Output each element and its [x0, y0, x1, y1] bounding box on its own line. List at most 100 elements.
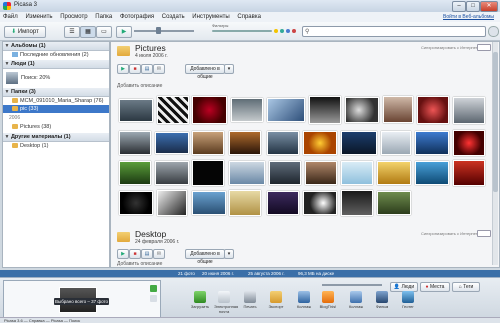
search-options-icon[interactable]: [488, 26, 499, 37]
photo-thumbnail[interactable]: [417, 96, 449, 124]
selection-tray[interactable]: Выбрано всего – 37 фото: [3, 280, 161, 318]
photo-thumbnail[interactable]: [341, 131, 377, 155]
photo-thumbnail[interactable]: [267, 131, 299, 155]
collage-button[interactable]: ▤: [141, 64, 153, 74]
menu-create[interactable]: Создать: [159, 12, 188, 22]
view-thumbs-button[interactable]: ▦: [80, 26, 96, 38]
add-description[interactable]: Добавить описание: [117, 261, 162, 267]
email-button[interactable]: Электронная почта: [214, 291, 238, 314]
photo-thumbnail[interactable]: [341, 161, 373, 185]
photo-thumbnail[interactable]: [415, 161, 449, 185]
sidebar-item-person-search[interactable]: Поиск: 20%: [3, 70, 109, 86]
maximize-button[interactable]: □: [466, 1, 480, 12]
geotag-button[interactable]: Геотег: [398, 291, 418, 309]
photo-thumbnail[interactable]: [303, 131, 337, 155]
chevron-down-icon[interactable]: ▾: [224, 64, 234, 74]
menu-edit[interactable]: Изменить: [22, 12, 55, 22]
collage-tray-button[interactable]: Коллаж: [294, 291, 314, 309]
folder-title[interactable]: Pictures: [135, 43, 166, 53]
photo-thumbnail[interactable]: [267, 98, 305, 122]
faces-filter-icon[interactable]: [286, 29, 290, 33]
photo-thumbnail[interactable]: [305, 161, 337, 185]
menu-tools[interactable]: Инструменты: [189, 12, 232, 22]
play-button[interactable]: ▶: [117, 64, 129, 74]
photo-thumbnail[interactable]: [377, 161, 411, 185]
photo-thumbnail[interactable]: [157, 96, 189, 124]
albums-header[interactable]: ▼ Альбомы (1): [3, 42, 109, 51]
share-button[interactable]: ✉: [153, 249, 165, 259]
photo-thumbnail[interactable]: [269, 161, 301, 185]
menu-file[interactable]: Файл: [0, 12, 21, 22]
print-button[interactable]: Печать: [240, 291, 260, 309]
photo-thumbnail[interactable]: [192, 160, 224, 186]
photo-thumbnail[interactable]: [229, 190, 261, 216]
shared-status-button[interactable]: Добавлено в общие: [185, 64, 225, 80]
play-button[interactable]: ▶: [117, 249, 129, 259]
photo-thumbnail[interactable]: [119, 131, 151, 155]
slideshow-button[interactable]: ■: [129, 64, 141, 74]
add-description[interactable]: Добавить описание: [117, 83, 162, 89]
collage-button-2[interactable]: Коллаж: [346, 291, 366, 309]
photo-thumbnail[interactable]: [381, 131, 411, 155]
photo-thumbnail[interactable]: [119, 99, 153, 122]
blogthis-button[interactable]: BlogThis!: [318, 291, 338, 309]
tags-button[interactable]: ⌂ Теги: [452, 282, 480, 292]
photo-thumbnail[interactable]: [453, 130, 485, 156]
photo-thumbnail[interactable]: [231, 98, 263, 122]
photo-thumbnail[interactable]: [345, 97, 379, 123]
photo-thumbnail[interactable]: [155, 161, 189, 185]
sync-toggle[interactable]: [477, 44, 491, 51]
people-header[interactable]: ▼ Люди (1): [3, 60, 109, 69]
sync-toggle[interactable]: [477, 230, 491, 237]
signin-link[interactable]: Войти в Веб-альбомы: [443, 12, 494, 22]
sidebar-item-folder-pictures[interactable]: Pictures (38): [3, 123, 109, 131]
close-button[interactable]: ✕: [480, 1, 498, 12]
photo-thumbnail[interactable]: [192, 191, 226, 215]
collage-button[interactable]: ▤: [141, 249, 153, 259]
share-button[interactable]: ✉: [153, 64, 165, 74]
photo-thumbnail[interactable]: [267, 191, 299, 215]
photo-thumbnail[interactable]: [157, 190, 187, 216]
places-tag-button[interactable]: ● Места: [420, 282, 450, 292]
menu-view[interactable]: Просмотр: [57, 12, 90, 22]
photo-thumbnail[interactable]: [309, 96, 341, 124]
photo-thumbnail[interactable]: [303, 191, 337, 215]
chevron-down-icon[interactable]: ▾: [224, 249, 234, 259]
hold-icon[interactable]: [150, 285, 157, 292]
minimize-button[interactable]: –: [452, 1, 466, 12]
menu-picture[interactable]: Фотография: [117, 12, 157, 22]
filter-slider[interactable]: [212, 30, 272, 32]
photo-thumbnail[interactable]: [453, 160, 485, 186]
zoom-slider[interactable]: [134, 30, 194, 32]
import-button[interactable]: ⬇ Импорт: [4, 26, 46, 38]
star-filter-icon[interactable]: [274, 29, 278, 33]
play-slideshow-button[interactable]: ▶: [116, 26, 132, 38]
movie-button[interactable]: Фильм: [372, 291, 392, 309]
sidebar-item-folder-pic[interactable]: pic (33): [3, 105, 109, 113]
tray-zoom-slider[interactable]: [322, 284, 382, 286]
photo-thumbnail[interactable]: [192, 131, 224, 155]
photo-thumbnail[interactable]: [119, 161, 151, 185]
menu-help[interactable]: Справка: [234, 12, 264, 22]
scrollbar[interactable]: [492, 42, 498, 265]
photo-thumbnail[interactable]: [341, 190, 373, 216]
photo-thumbnail[interactable]: [155, 132, 189, 154]
zoom-slider-handle[interactable]: [156, 27, 161, 34]
photo-thumbnail[interactable]: [192, 96, 227, 124]
search-input[interactable]: [303, 27, 483, 36]
shared-status-button[interactable]: Добавлено в общие: [185, 249, 225, 265]
sidebar-item-desktop[interactable]: Desktop (1): [3, 142, 109, 150]
other-header[interactable]: ▼ Другие материалы (1): [3, 133, 109, 142]
photo-thumbnail[interactable]: [229, 161, 265, 185]
search-box[interactable]: ⚲: [302, 26, 486, 37]
view-single-button[interactable]: ▭: [96, 26, 112, 38]
scrollbar-thumb[interactable]: [493, 52, 498, 192]
photo-thumbnail[interactable]: [119, 191, 153, 215]
sidebar-item-recent-updates[interactable]: Последние обновления (2): [3, 51, 109, 59]
photo-thumbnail[interactable]: [383, 96, 413, 123]
export-button[interactable]: Экспорт: [266, 291, 286, 309]
menu-folder[interactable]: Папка: [92, 12, 115, 22]
folder-title[interactable]: Desktop: [135, 229, 166, 239]
sidebar-item-folder-mcm[interactable]: MCM_091010_Maria_Sharap (76): [3, 97, 109, 105]
photo-thumbnail[interactable]: [453, 97, 485, 124]
